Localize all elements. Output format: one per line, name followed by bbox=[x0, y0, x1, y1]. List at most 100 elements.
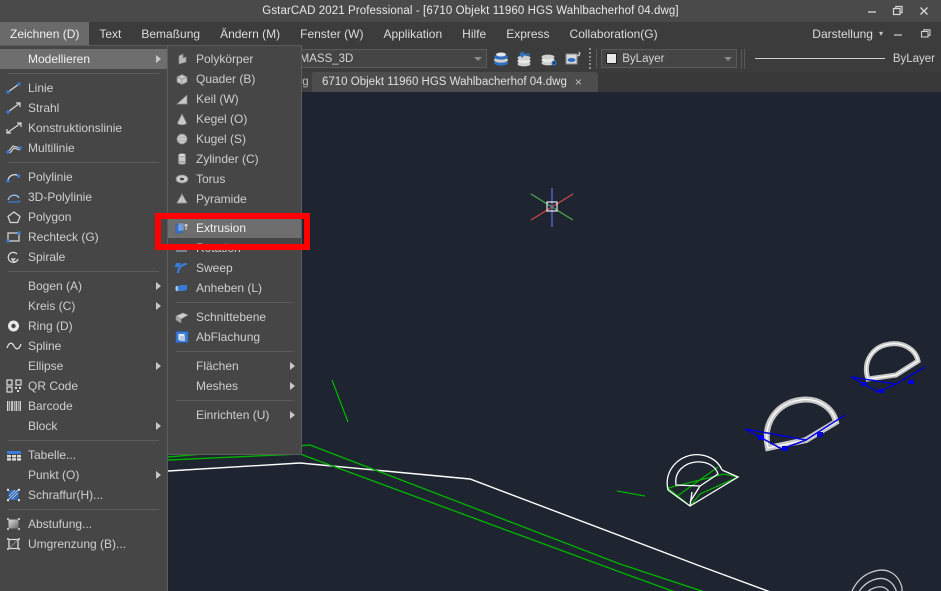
menu-item-ellipse[interactable]: Ellipse bbox=[0, 356, 167, 376]
menu-item-zylinder[interactable]: Zylinder (C) bbox=[168, 149, 301, 169]
chevron-down-icon[interactable] bbox=[473, 56, 482, 61]
doc-minimize-icon[interactable] bbox=[885, 23, 911, 45]
menu-item-label: Einrichten (U) bbox=[196, 408, 270, 422]
extrude-icon bbox=[172, 220, 192, 236]
menu-item-ring[interactable]: Ring (D) bbox=[0, 316, 167, 336]
torus-icon bbox=[172, 171, 192, 187]
menu-applikation[interactable]: Applikation bbox=[373, 22, 452, 45]
menu-separator bbox=[8, 440, 159, 441]
menu-item-kegel[interactable]: Kegel (O) bbox=[168, 109, 301, 129]
menu-text[interactable]: Text bbox=[89, 22, 131, 45]
menu-item-polylinie[interactable]: Polylinie bbox=[0, 167, 167, 187]
doc-restore-icon[interactable] bbox=[913, 23, 939, 45]
toolbar-grip[interactable] bbox=[587, 48, 593, 69]
multiline-icon bbox=[4, 140, 24, 156]
menu-item-label: Polykörper bbox=[196, 52, 254, 66]
menu-item-anheben[interactable]: Anheben (L) bbox=[168, 278, 301, 298]
menu-item-qr-code[interactable]: QR Code bbox=[0, 376, 167, 396]
menu-item-label: Spirale bbox=[28, 250, 66, 264]
chevron-right-icon bbox=[156, 282, 161, 290]
menu-bemassung[interactable]: Bemaßung bbox=[131, 22, 210, 45]
empty-icon bbox=[4, 358, 24, 374]
menu-separator bbox=[176, 302, 293, 303]
layer-isolate-icon[interactable] bbox=[563, 49, 583, 69]
menu-separator bbox=[8, 162, 159, 163]
restore-icon[interactable] bbox=[885, 0, 911, 22]
menu-item-einrichten[interactable]: Einrichten (U) bbox=[168, 405, 301, 425]
menu-hilfe[interactable]: Hilfe bbox=[452, 22, 496, 45]
menu-item-label: Quader (B) bbox=[196, 72, 256, 86]
menu-item-kugel[interactable]: Kugel (S) bbox=[168, 129, 301, 149]
line-icon bbox=[4, 80, 24, 96]
menu-item-rechteck[interactable]: Rechteck (G) bbox=[0, 227, 167, 247]
menu-item-kreis[interactable]: Kreis (C) bbox=[0, 296, 167, 316]
menu-item-label: Kegel (O) bbox=[196, 112, 248, 126]
layer-states-icon[interactable] bbox=[539, 49, 559, 69]
menu-item-schnittebene[interactable]: Schnittebene bbox=[168, 307, 301, 327]
chevron-right-icon bbox=[156, 422, 161, 430]
linetype-combo[interactable]: ByLayer bbox=[749, 53, 941, 65]
menu-item-label: Zylinder (C) bbox=[196, 152, 259, 166]
menu-item-torus[interactable]: Torus bbox=[168, 169, 301, 189]
window-controls bbox=[859, 0, 937, 22]
darstellung-label[interactable]: Darstellung bbox=[810, 27, 875, 41]
menu-item-rotation[interactable]: Rotation bbox=[168, 238, 301, 258]
menu-item-label: Polylinie bbox=[28, 170, 73, 184]
layer-previous-icon[interactable] bbox=[491, 49, 511, 69]
color-combo[interactable]: ByLayer bbox=[601, 49, 737, 68]
menu-item-3d-polylinie[interactable]: 3D-Polylinie bbox=[0, 187, 167, 207]
menu-item-barcode[interactable]: Barcode bbox=[0, 396, 167, 416]
menu-item-meshes[interactable]: Meshes bbox=[168, 376, 301, 396]
loft-icon bbox=[172, 280, 192, 296]
menu-fenster[interactable]: Fenster (W) bbox=[290, 22, 373, 45]
menu-item-multilinie[interactable]: Multilinie bbox=[0, 138, 167, 158]
menu-item-keil[interactable]: Keil (W) bbox=[168, 89, 301, 109]
menu-item-spline[interactable]: Spline bbox=[0, 336, 167, 356]
layer-combo[interactable]: UFMASS_3D bbox=[279, 49, 487, 68]
helix-icon bbox=[4, 249, 24, 265]
menu-item-spirale[interactable]: Spirale bbox=[0, 247, 167, 267]
toolbar-separator-3 bbox=[743, 48, 745, 69]
menu-item-quader[interactable]: Quader (B) bbox=[168, 69, 301, 89]
menu-item-punkt[interactable]: Punkt (O) bbox=[0, 465, 167, 485]
layer-make-current-icon[interactable] bbox=[515, 49, 535, 69]
cylinder-icon bbox=[172, 151, 192, 167]
menu-item-label: Meshes bbox=[196, 379, 239, 393]
empty-icon bbox=[172, 358, 192, 374]
menu-item-sweep[interactable]: Sweep bbox=[168, 258, 301, 278]
menu-item-abstufung[interactable]: Abstufung... bbox=[0, 514, 167, 534]
spline-icon bbox=[4, 338, 24, 354]
menu-item-umgrenzung[interactable]: Umgrenzung (B)... bbox=[0, 534, 167, 554]
menu-separator bbox=[8, 271, 159, 272]
menu-item-schraffur[interactable]: Schraffur(H)... bbox=[0, 485, 167, 505]
menu-item-extrusion[interactable]: Extrusion bbox=[168, 218, 301, 238]
menu-item-polykoerper[interactable]: Polykörper bbox=[168, 49, 301, 69]
menu-item-linie[interactable]: Linie bbox=[0, 78, 167, 98]
minimize-icon[interactable] bbox=[859, 0, 885, 22]
menu-aendern[interactable]: Ändern (M) bbox=[210, 22, 290, 45]
menu-item-block[interactable]: Block bbox=[0, 416, 167, 436]
menu-item-konstruktionslinie[interactable]: Konstruktionslinie bbox=[0, 118, 167, 138]
menu-item-polygon[interactable]: Polygon bbox=[0, 207, 167, 227]
menu-item-modellieren[interactable]: Modellieren bbox=[0, 49, 167, 69]
menu-zeichnen[interactable]: Zeichnen (D) bbox=[0, 22, 90, 45]
toolbar-separator bbox=[596, 48, 598, 69]
arch-wireframe-4 bbox=[851, 569, 903, 591]
chevron-down-icon[interactable]: ▾ bbox=[879, 29, 883, 38]
close-icon[interactable]: × bbox=[575, 75, 582, 89]
close-icon[interactable] bbox=[911, 0, 937, 22]
menu-item-strahl[interactable]: Strahl bbox=[0, 98, 167, 118]
document-tab-active[interactable]: 6710 Objekt 11960 HGS Wahlbacherhof 04.d… bbox=[312, 72, 598, 92]
color-swatch bbox=[606, 53, 618, 64]
menu-item-label: Ring (D) bbox=[28, 319, 73, 333]
menu-item-pyramide[interactable]: Pyramide bbox=[168, 189, 301, 209]
menu-item-bogen[interactable]: Bogen (A) bbox=[0, 276, 167, 296]
menu-item-abflachung[interactable]: AbFlachung bbox=[168, 327, 301, 347]
menu-collaboration[interactable]: Collaboration(G) bbox=[560, 22, 668, 45]
menu-item-label: Konstruktionslinie bbox=[28, 121, 123, 135]
menu-item-tabelle[interactable]: Tabelle... bbox=[0, 445, 167, 465]
menu-item-flaechen[interactable]: Flächen bbox=[168, 356, 301, 376]
station-tick-1 bbox=[331, 379, 349, 423]
chevron-down-icon[interactable] bbox=[723, 56, 732, 61]
menu-express[interactable]: Express bbox=[496, 22, 559, 45]
